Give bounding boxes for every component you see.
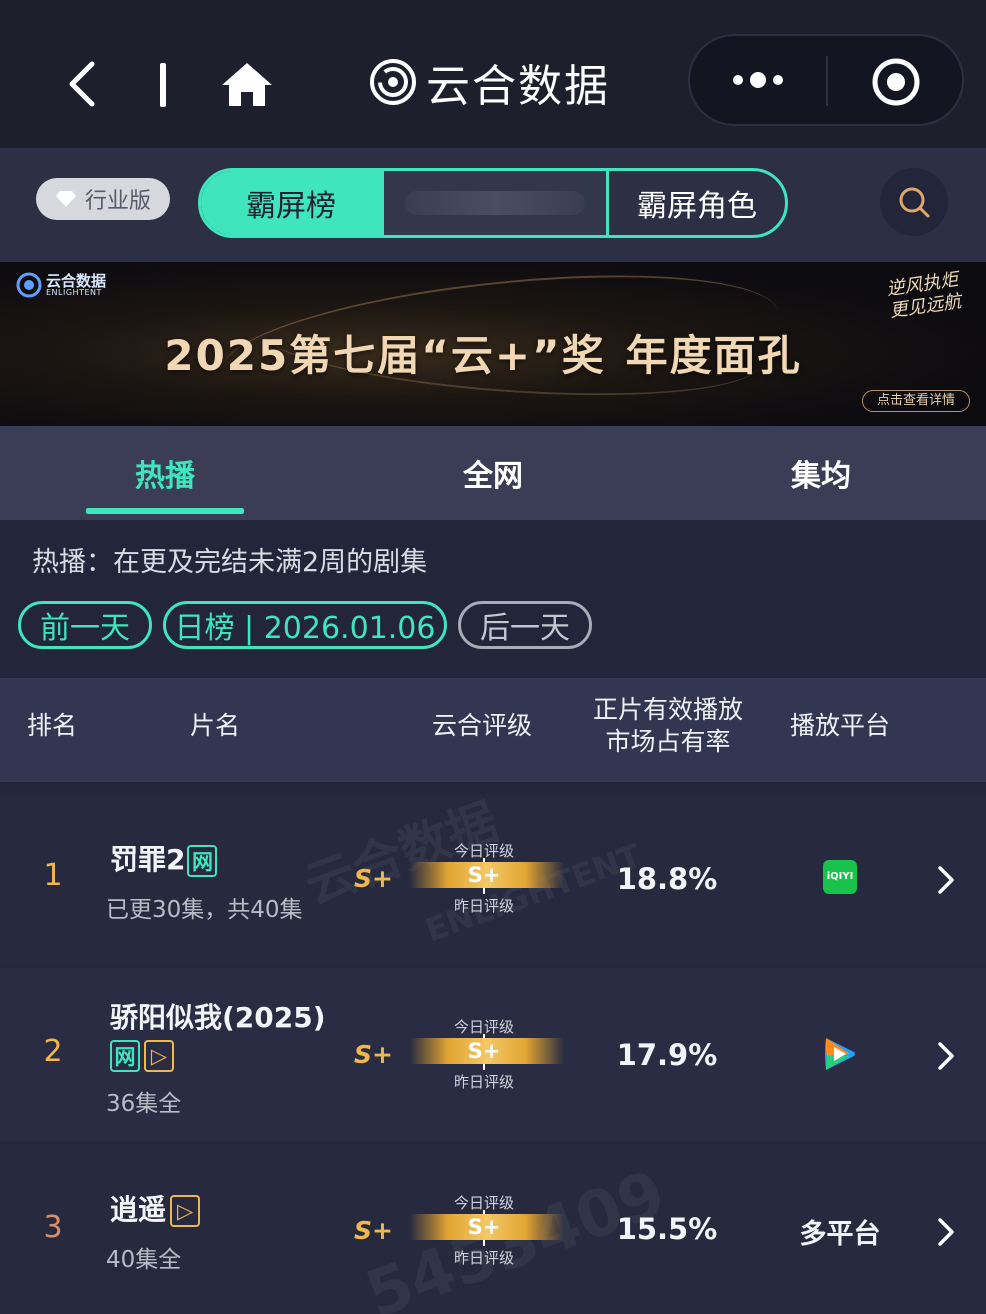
next-day-button[interactable]: 后一天 — [458, 601, 592, 649]
table-row[interactable]: 5453409 3 逍遥▷ 40集全 S+ 今日评级 S+ 昨日评级 15.5%… — [0, 1144, 986, 1314]
play-tag-icon: ▷ — [170, 1195, 201, 1227]
row-yesterday-rating: S+ — [354, 1040, 393, 1069]
main-tabs: 热播 全网 集均 — [0, 426, 986, 520]
row-status: 40集全 — [106, 1247, 182, 1273]
more-icon[interactable] — [728, 60, 788, 100]
table-row[interactable]: 2 骄阳似我(2025) 网 ▷ 36集全 S+ 今日评级 S+ 昨日评级 17.… — [0, 968, 986, 1142]
row-title-text: 罚罪2 — [110, 843, 186, 876]
chevron-right-icon[interactable] — [930, 1212, 960, 1252]
row-market-share: 17.9% — [616, 1038, 718, 1072]
chevron-right-icon[interactable] — [930, 1036, 960, 1076]
header-share-line1: 正片有效播放 — [592, 695, 743, 724]
row-market-share: 15.5% — [616, 1212, 718, 1246]
page-title: 云合数据 — [368, 52, 610, 112]
gauge-tick — [483, 1240, 485, 1246]
segment-screen-ranking[interactable]: 霸屏榜 — [201, 171, 381, 235]
app-title: 云合数据 — [426, 61, 610, 112]
row-status: 已更30集，共40集 — [106, 897, 303, 923]
search-icon — [899, 187, 930, 218]
close-target-icon[interactable] — [870, 56, 922, 108]
table-row[interactable]: 云合数据 ENLIGHTENT 1 罚罪2 网 已更30集，共40集 S+ 今日评… — [0, 792, 986, 966]
rating-gauge: 今日评级 S+ 昨日评级 — [410, 1016, 564, 1091]
banner-slogan: 逆风执炬 更见远航 — [871, 267, 976, 324]
industry-edition-button[interactable]: 行业版 — [36, 178, 170, 220]
row-yesterday-rating: S+ — [354, 864, 393, 893]
mini-program-capsule — [688, 34, 964, 126]
ranking-description: 热播：在更及完结未满2周的剧集 — [32, 547, 428, 578]
row-rank: 2 — [43, 1034, 63, 1069]
top-nav-bar: 云合数据 — [0, 0, 986, 148]
rating-gauge: 今日评级 S+ 昨日评级 — [410, 840, 564, 915]
search-button[interactable] — [880, 168, 948, 236]
banner-title-award: 2025第七届“云+”奖 — [164, 331, 606, 380]
enlightent-logo-icon — [16, 272, 42, 298]
multi-platform-label: 多平台 — [799, 1219, 881, 1250]
previous-day-button[interactable]: 前一天 — [18, 601, 152, 649]
network-tag: 网 — [187, 845, 218, 877]
active-tab-indicator — [86, 508, 244, 514]
header-platform: 播放平台 — [789, 711, 890, 740]
banner-logo-en: ENLIGHTENT — [46, 287, 102, 297]
banner-detail-button[interactable]: 点击查看详情 — [862, 390, 970, 412]
diamond-icon — [55, 191, 76, 207]
chevron-right-icon[interactable] — [930, 860, 960, 900]
award-banner[interactable]: 云合数据 ENLIGHTENT 2025第七届“云+”奖 年度面孔 逆风执炬 更见… — [0, 262, 986, 426]
banner-logo: 云合数据 ENLIGHTENT — [16, 272, 106, 298]
header-rank: 排名 — [26, 711, 77, 740]
row-platform: 多平台 — [784, 1212, 896, 1251]
row-title-text: 骄阳似我(2025) — [110, 1001, 326, 1034]
nav-divider — [160, 63, 166, 107]
gauge-bar: S+ — [410, 862, 564, 888]
row-platform: iQIYI — [784, 860, 896, 894]
gauge-tick — [483, 888, 485, 894]
blurred-label — [405, 191, 585, 215]
banner-title-faces: 年度面孔 — [625, 331, 802, 380]
gauge-bar: S+ — [410, 1038, 564, 1064]
row-yesterday-rating: S+ — [354, 1216, 393, 1245]
header-share: 正片有效播放 市场占有率 — [578, 694, 758, 758]
gauge-rating: S+ — [467, 1215, 501, 1239]
tab-hot-airing[interactable]: 热播 — [86, 426, 244, 520]
gauge-yesterday-label: 昨日评级 — [453, 1073, 514, 1091]
banner-logo-cn: 云合数据 — [46, 271, 107, 290]
row-title: 骄阳似我(2025) 网 ▷ — [110, 996, 326, 1072]
rating-gauge: 今日评级 S+ 昨日评级 — [410, 1192, 564, 1267]
segment-blurred[interactable] — [381, 171, 609, 235]
iqiyi-icon: iQIYI — [823, 860, 857, 894]
segment-screen-roles[interactable]: 霸屏角色 — [609, 171, 785, 235]
current-date-selector[interactable]: 日榜 | 2026.01.06 — [163, 601, 447, 649]
row-rank: 3 — [43, 1210, 63, 1245]
industry-edition-label: 行业版 — [84, 189, 151, 214]
header-share-line2: 市场占有率 — [605, 727, 731, 756]
play-tag-icon: ▷ — [144, 1040, 174, 1072]
gauge-yesterday-label: 昨日评级 — [453, 1249, 514, 1267]
tab-episode-average[interactable]: 集均 — [742, 426, 900, 520]
network-tag: 网 — [110, 1040, 140, 1072]
gauge-yesterday-label: 昨日评级 — [453, 897, 514, 915]
back-icon[interactable] — [62, 58, 102, 110]
capsule-divider — [826, 56, 828, 106]
gauge-rating: S+ — [467, 1039, 501, 1063]
table-header: 排名 片名 云合评级 正片有效播放 市场占有率 播放平台 — [0, 678, 986, 782]
tencent-video-icon — [825, 1038, 855, 1070]
gauge-bar: S+ — [410, 1214, 564, 1240]
header-rating: 云合评级 — [431, 711, 532, 740]
ranking-switch-bar: 行业版 霸屏榜 霸屏角色 — [0, 148, 986, 262]
row-status: 36集全 — [106, 1091, 182, 1117]
row-title: 罚罪2 网 — [110, 838, 218, 878]
row-rank: 1 — [43, 858, 63, 893]
ranking-segment-control: 霸屏榜 霸屏角色 — [198, 168, 788, 238]
home-icon[interactable] — [220, 60, 274, 108]
app-logo-icon — [370, 59, 416, 105]
banner-title: 2025第七届“云+”奖 年度面孔 — [0, 322, 986, 383]
gauge-rating: S+ — [467, 863, 501, 887]
row-market-share: 18.8% — [616, 862, 718, 896]
row-title-text: 逍遥 — [110, 1193, 167, 1226]
tab-all-network[interactable]: 全网 — [414, 426, 572, 520]
gauge-tick — [483, 1064, 485, 1070]
header-title: 片名 — [189, 711, 240, 740]
row-title: 逍遥 ▷ — [110, 1188, 201, 1228]
row-platform — [784, 1034, 896, 1078]
